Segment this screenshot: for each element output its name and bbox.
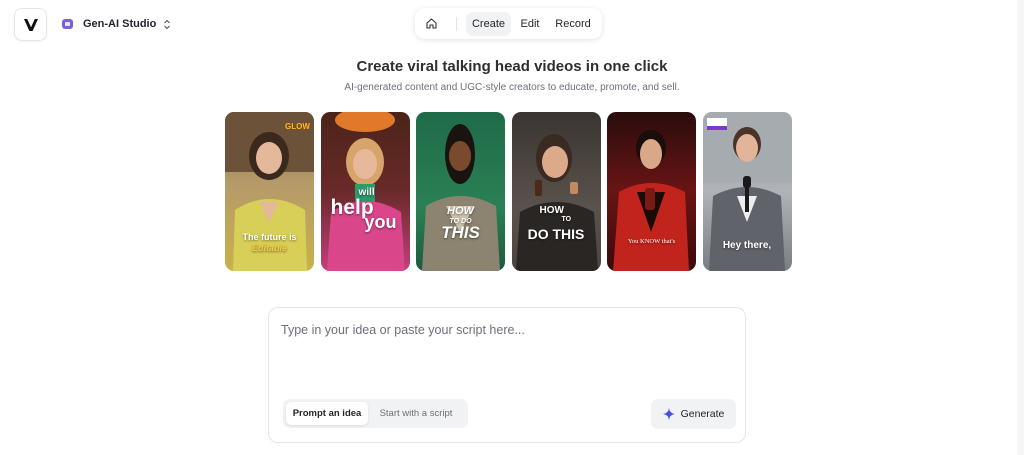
card-caption: HOW: [539, 205, 564, 216]
tab-record[interactable]: Record: [549, 12, 597, 36]
generate-button[interactable]: Generate: [651, 399, 736, 429]
card-caption: You KNOW that's: [627, 238, 676, 245]
mode-toggle: Prompt an idea Start with a script: [283, 399, 468, 428]
home-button[interactable]: [416, 12, 446, 36]
example-video-card[interactable]: HOW TO DO THIS: [511, 112, 601, 271]
example-video-gallery: GLOW The future is Editable will help yo…: [225, 112, 792, 271]
page-title: Create viral talking head videos in one …: [356, 58, 668, 75]
page-subtitle: AI-generated content and UGC-style creat…: [344, 82, 680, 93]
app-logo[interactable]: [14, 8, 47, 41]
card-caption: The future is: [242, 232, 297, 242]
tab-create[interactable]: Create: [466, 11, 511, 36]
example-video-card[interactable]: You KNOW that's: [607, 112, 696, 271]
idea-input[interactable]: [281, 323, 731, 383]
card-caption: TO: [561, 216, 572, 223]
prompt-idea-mode-button[interactable]: Prompt an idea: [286, 402, 368, 425]
example-video-card[interactable]: Hey there,: [702, 112, 792, 271]
example-video-card[interactable]: HOW TO DO THIS: [416, 112, 505, 271]
tab-edit[interactable]: Edit: [511, 12, 549, 36]
creator-thumbnail: [515, 134, 598, 271]
script-mode-button[interactable]: Start with a script: [368, 402, 464, 425]
idea-composer: Prompt an idea Start with a script Gener…: [268, 307, 746, 443]
workspace-icon: [62, 19, 73, 29]
card-caption-large: THIS: [441, 223, 480, 242]
creator-thumbnail: [613, 130, 689, 271]
home-icon: [425, 18, 437, 29]
chevron-updown-icon: [163, 19, 171, 30]
generate-label: Generate: [680, 408, 725, 420]
card-caption-large: DO THIS: [527, 226, 585, 242]
example-video-card[interactable]: will help you: [320, 112, 410, 271]
workspace-switcher[interactable]: Gen-AI Studio: [62, 14, 171, 34]
creator-thumbnail: [422, 124, 500, 271]
page-scrollbar[interactable]: [1017, 0, 1024, 455]
example-video-card[interactable]: GLOW The future is Editable: [225, 112, 314, 271]
top-nav: Create Edit Record: [415, 8, 602, 39]
logo-v-icon: [23, 18, 38, 31]
card-caption-highlight: Editable: [251, 243, 287, 253]
nav-divider: [456, 16, 457, 31]
badge-glow: GLOW: [285, 122, 310, 131]
card-caption: HOW: [447, 205, 474, 217]
card-caption-large: you: [364, 212, 397, 232]
card-caption: Hey there,: [722, 240, 772, 251]
sparkle-icon: [662, 408, 675, 420]
workspace-name: Gen-AI Studio: [83, 18, 157, 30]
